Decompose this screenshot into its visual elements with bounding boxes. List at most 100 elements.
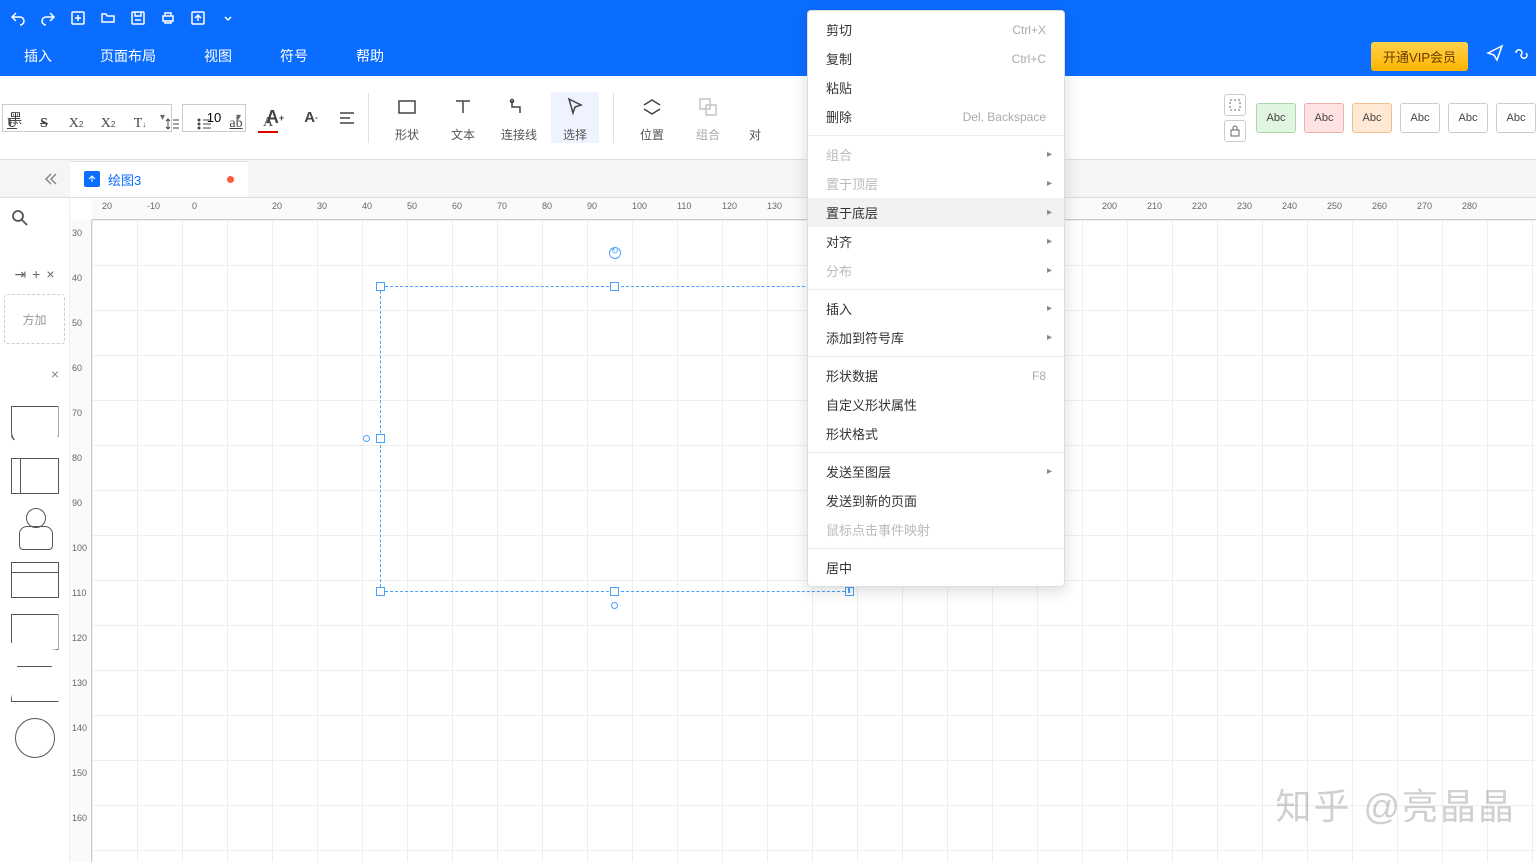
- ruler-tick: 40: [362, 201, 372, 211]
- align-icon[interactable]: [336, 107, 358, 129]
- redo-icon[interactable]: [38, 8, 58, 28]
- selected-shape[interactable]: [380, 286, 850, 592]
- menu-layout[interactable]: 页面布局: [76, 36, 180, 76]
- menu-separator: [808, 289, 1064, 290]
- submenu-arrow-icon: ▸: [1047, 149, 1052, 160]
- midpoint-w[interactable]: [363, 435, 370, 442]
- submenu-arrow-icon: ▸: [1047, 265, 1052, 276]
- text-highlight-icon[interactable]: ab: [226, 115, 246, 133]
- tool-shape[interactable]: 形状: [383, 92, 431, 143]
- context-menu-item[interactable]: 删除Del, Backspace: [808, 102, 1064, 131]
- style-preset-1[interactable]: Abc: [1256, 103, 1296, 133]
- context-menu-item[interactable]: 发送至图层▸: [808, 457, 1064, 486]
- shape-predefined[interactable]: [11, 458, 59, 494]
- menu-view[interactable]: 视图: [180, 36, 256, 76]
- export-icon[interactable]: [188, 8, 208, 28]
- style-preset-3[interactable]: Abc: [1352, 103, 1392, 133]
- tool-align[interactable]: 对: [740, 92, 770, 143]
- vertical-ruler: 30405060708090100110120130140150160: [70, 220, 92, 862]
- context-menu-item[interactable]: 居中: [808, 553, 1064, 582]
- add-shape-hint[interactable]: 方加: [4, 294, 65, 344]
- ruler-tick: 230: [1237, 201, 1252, 211]
- underline-icon[interactable]: U: [2, 115, 22, 133]
- midpoint-s[interactable]: [611, 602, 618, 609]
- menu-insert[interactable]: 插入: [0, 36, 76, 76]
- handle-n[interactable]: [610, 282, 619, 291]
- handle-nw[interactable]: [376, 282, 385, 291]
- vip-button[interactable]: 开通VIP会员: [1371, 42, 1468, 71]
- menu-separator: [808, 452, 1064, 453]
- subscript-icon[interactable]: X2: [98, 115, 118, 133]
- add-icon[interactable]: +: [32, 266, 40, 282]
- ruler-tick: 270: [1417, 201, 1432, 211]
- handle-sw[interactable]: [376, 587, 385, 596]
- context-menu-item[interactable]: 形状数据F8: [808, 361, 1064, 390]
- context-menu-item[interactable]: 添加到符号库▸: [808, 323, 1064, 352]
- save-icon[interactable]: [128, 8, 148, 28]
- canvas[interactable]: 20-1002030405060708090100110120130200210…: [70, 198, 1536, 862]
- collapse-section[interactable]: ×: [51, 366, 59, 382]
- shape-card[interactable]: [11, 562, 59, 598]
- shape-document[interactable]: [11, 406, 59, 442]
- shape-trapezoid[interactable]: [11, 666, 59, 702]
- style-preset-2[interactable]: Abc: [1304, 103, 1344, 133]
- ruler-tick: 210: [1147, 201, 1162, 211]
- ruler-tick: 50: [407, 201, 417, 211]
- handle-s[interactable]: [610, 587, 619, 596]
- import-icon[interactable]: ⇥: [14, 266, 26, 283]
- context-menu-item[interactable]: 剪切Ctrl+X: [808, 15, 1064, 44]
- titlebar: [0, 0, 1536, 36]
- tool-group[interactable]: 组合: [684, 92, 732, 143]
- ruler-tick: 160: [72, 813, 87, 823]
- tool-select[interactable]: 选择: [551, 92, 599, 143]
- tool-connector[interactable]: 连接线: [495, 92, 543, 143]
- open-icon[interactable]: [98, 8, 118, 28]
- context-menu-item[interactable]: 形状格式: [808, 419, 1064, 448]
- sidebar-collapse[interactable]: [0, 171, 70, 187]
- unsaved-indicator: [227, 176, 234, 183]
- shape-circle[interactable]: [15, 718, 55, 758]
- menu-symbol[interactable]: 符号: [256, 36, 332, 76]
- handle-w[interactable]: [376, 434, 385, 443]
- print-icon[interactable]: [158, 8, 178, 28]
- tool-position[interactable]: 位置: [628, 92, 676, 143]
- search-icon[interactable]: [10, 208, 30, 233]
- infinity-icon[interactable]: [1512, 44, 1530, 67]
- lock-icon[interactable]: [1224, 120, 1246, 142]
- document-tab[interactable]: 绘图3: [70, 161, 248, 197]
- shape-manual[interactable]: [11, 614, 59, 650]
- submenu-arrow-icon: ▸: [1047, 332, 1052, 343]
- new-icon[interactable]: [68, 8, 88, 28]
- undo-icon[interactable]: [8, 8, 28, 28]
- shape-person[interactable]: [11, 510, 59, 546]
- context-menu-item[interactable]: 置于底层▸: [808, 198, 1064, 227]
- decrease-font-icon[interactable]: A-: [300, 107, 322, 129]
- context-menu-item[interactable]: 复制Ctrl+C: [808, 44, 1064, 73]
- bounds-icon[interactable]: [1224, 94, 1246, 116]
- tool-text[interactable]: 文本: [439, 92, 487, 143]
- send-icon[interactable]: [1486, 44, 1504, 67]
- context-menu-item[interactable]: 发送到新的页面: [808, 486, 1064, 515]
- style-preset-5[interactable]: Abc: [1448, 103, 1488, 133]
- list-icon[interactable]: [194, 115, 214, 133]
- rotate-handle[interactable]: [609, 247, 621, 259]
- context-menu-item[interactable]: 自定义形状属性: [808, 390, 1064, 419]
- font-color-icon[interactable]: A: [258, 115, 278, 133]
- ruler-tick: 130: [72, 678, 87, 688]
- close-panel-icon[interactable]: ×: [46, 266, 54, 282]
- context-menu-item[interactable]: 粘贴: [808, 73, 1064, 102]
- context-menu-item[interactable]: 对齐▸: [808, 227, 1064, 256]
- ruler-tick: 240: [1282, 201, 1297, 211]
- ruler-tick: 20: [272, 201, 282, 211]
- context-menu-item[interactable]: 插入▸: [808, 294, 1064, 323]
- ruler-tick: 90: [72, 498, 82, 508]
- line-spacing-icon[interactable]: [162, 115, 182, 133]
- more-icon[interactable]: [218, 8, 238, 28]
- superscript-icon[interactable]: X2: [66, 115, 86, 133]
- ruler-tick: 30: [317, 201, 327, 211]
- style-preset-4[interactable]: Abc: [1400, 103, 1440, 133]
- menu-help[interactable]: 帮助: [332, 36, 408, 76]
- strike-icon[interactable]: S: [34, 115, 54, 133]
- text-direction-icon[interactable]: T↓: [130, 115, 150, 133]
- style-preset-6[interactable]: Abc: [1496, 103, 1536, 133]
